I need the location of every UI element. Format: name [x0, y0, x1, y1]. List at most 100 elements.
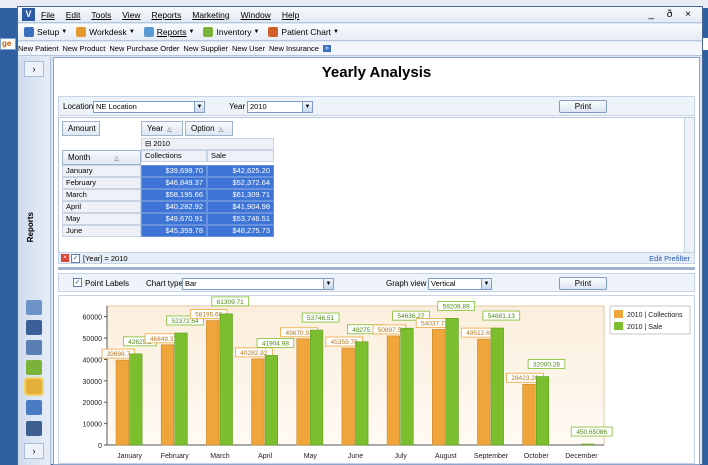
main-toolbar: Setup ▼ Workdesk ▼ Reports ▼ Inventory ▼ Pat… [18, 24, 702, 41]
year-label: Year [229, 102, 246, 111]
graph-view-select[interactable]: Vertical ▼ [428, 278, 492, 290]
clear-filter-icon[interactable]: × [61, 254, 69, 262]
toolbar-patient-chart[interactable]: Patient Chart ▼ [268, 27, 339, 37]
row-month: February [62, 177, 141, 189]
cell-sale[interactable]: $52,372.64 [207, 177, 274, 189]
cell-sale[interactable]: $48,275.73 [207, 225, 274, 237]
data-field-amount[interactable]: Amount [62, 121, 100, 136]
chevron-down-icon[interactable]: ▼ [194, 102, 204, 112]
background-window-fragment: ge [0, 38, 16, 50]
data-label: 39698.7 [107, 351, 131, 358]
cell-collections[interactable]: $58,195.66 [141, 189, 207, 201]
location-value: NE Location [96, 102, 137, 111]
quick-link-new-product[interactable]: New Product [62, 44, 105, 53]
x-tick-label: March [210, 453, 230, 460]
app-logo-icon[interactable]: V [22, 8, 35, 21]
data-label: 41904.98 [262, 340, 289, 347]
bar [310, 329, 324, 446]
cell-sale[interactable]: $61,309.71 [207, 189, 274, 201]
bar [296, 338, 310, 446]
chart-print-button[interactable]: Print [559, 277, 607, 290]
filter-text: [Year] = 2010 [83, 254, 128, 263]
quick-links-bar: New Patient New Product New Purchase Ord… [18, 42, 702, 56]
toolbar-reports[interactable]: Reports ▼ [143, 27, 194, 37]
bar [445, 318, 459, 446]
window-controls[interactable]: _ ð × [648, 9, 696, 20]
pivot-scrollbar[interactable] [684, 118, 694, 263]
toolbar-patient-chart-label: Patient Chart [281, 27, 332, 37]
data-label: 61309.71 [217, 299, 244, 306]
x-tick-label: October [524, 453, 550, 460]
quick-link-new-user[interactable]: New User [232, 44, 265, 53]
cell-collections[interactable]: $49,670.91 [141, 213, 207, 225]
app-window: V File Edit Tools View Reports Marketing… [17, 6, 703, 465]
menu-window[interactable]: Window [241, 10, 271, 20]
workdesk-icon [76, 27, 87, 37]
print-button[interactable]: Print [559, 100, 607, 113]
x-tick-label: February [161, 453, 190, 460]
legend-label: 2010 | Sale [627, 324, 662, 331]
nav-calendar-icon[interactable] [26, 400, 42, 415]
chevron-right-icon[interactable]: » [322, 45, 331, 52]
menu-view[interactable]: View [122, 10, 140, 20]
location-select[interactable]: NE Location ▼ [93, 101, 205, 113]
cell-collections[interactable]: $46,849.37 [141, 177, 207, 189]
expand-panel-button[interactable]: › [24, 61, 44, 77]
toolbar-inventory[interactable]: Inventory ▼ [203, 27, 259, 37]
edit-prefilter-link[interactable]: Edit Prefilter [649, 254, 690, 263]
column-field-option[interactable]: Option △ [185, 121, 233, 136]
cell-sale[interactable]: $53,746.51 [207, 213, 274, 225]
quick-link-new-patient[interactable]: New Patient [18, 44, 58, 53]
nav-inventory-icon[interactable] [26, 360, 42, 375]
cell-sale[interactable]: $42,625.20 [207, 165, 274, 177]
column-header-sale: Sale [207, 150, 274, 162]
menu-help[interactable]: Help [282, 10, 299, 20]
bar [386, 335, 400, 446]
cell-sale[interactable]: $41,904.98 [207, 201, 274, 213]
x-tick-label: June [348, 453, 363, 460]
chevron-down-icon[interactable]: ▼ [323, 279, 333, 289]
year-select[interactable]: 2010 ▼ [247, 101, 313, 113]
location-label: Location [63, 102, 94, 111]
cell-collections[interactable]: $45,359.78 [141, 225, 207, 237]
quick-link-new-insurance[interactable]: New Insurance [269, 44, 319, 53]
splitter[interactable] [58, 267, 695, 270]
quick-link-new-supplier[interactable]: New Supplier [183, 44, 228, 53]
nav-setup-icon[interactable] [26, 300, 42, 315]
y-tick-label: 50000 [83, 336, 103, 343]
y-tick-label: 60000 [83, 315, 103, 322]
nav-patient-icon[interactable] [26, 421, 42, 436]
side-panel-label: Reports [26, 212, 35, 243]
cell-collections[interactable]: $40,282.92 [141, 201, 207, 213]
sort-icon: △ [218, 127, 224, 133]
nav-reports-icon[interactable] [24, 377, 44, 396]
row-field-month[interactable]: Month △ [62, 150, 141, 165]
nav-users-icon[interactable] [26, 340, 42, 355]
nav-workdesk-icon[interactable] [26, 320, 42, 335]
year-header[interactable]: ⊟ 2010 [141, 138, 274, 150]
side-panel: › Reports › [18, 57, 51, 465]
bar [432, 329, 446, 446]
filter-enabled-checkbox[interactable]: ✓ [71, 254, 80, 263]
menu-file[interactable]: File [41, 10, 55, 20]
menu-edit[interactable]: Edit [66, 10, 81, 20]
toolbar-workdesk[interactable]: Workdesk ▼ [76, 27, 135, 37]
chevron-down-icon[interactable]: ▼ [481, 279, 491, 289]
quick-link-new-purchase-order[interactable]: New Purchase Order [109, 44, 179, 53]
chevron-down-icon[interactable]: ▼ [302, 102, 312, 112]
cell-collections[interactable]: $39,698.70 [141, 165, 207, 177]
menu-marketing[interactable]: Marketing [192, 10, 229, 20]
bar [160, 344, 175, 446]
row-month: January [62, 165, 141, 177]
legend-label: 2010 | Collections [627, 312, 683, 319]
column-field-year[interactable]: Year △ [141, 121, 183, 136]
toolbar-setup[interactable]: Setup ▼ [24, 27, 67, 37]
menu-reports[interactable]: Reports [151, 10, 181, 20]
sort-icon: △ [114, 156, 119, 162]
patient-chart-icon [268, 27, 279, 37]
chart-type-select[interactable]: Bar ▼ [182, 278, 334, 290]
y-tick-label: 20000 [83, 400, 103, 407]
more-panel-button[interactable]: › [24, 443, 44, 459]
point-labels-checkbox[interactable]: ✓ [73, 278, 82, 287]
menu-tools[interactable]: Tools [91, 10, 111, 20]
